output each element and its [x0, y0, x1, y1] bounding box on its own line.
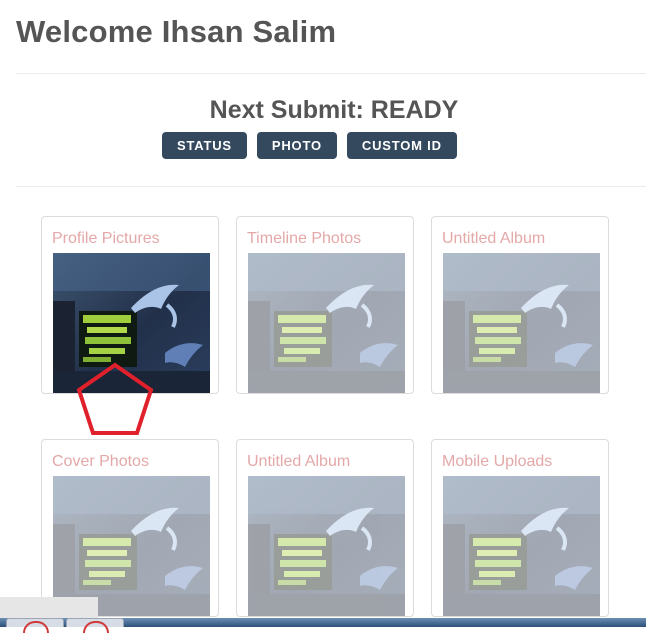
- taskbar: [0, 618, 646, 633]
- photo-button[interactable]: PHOTO: [256, 132, 337, 159]
- album-card-timeline-photos[interactable]: Timeline Photos: [236, 216, 414, 394]
- status-button[interactable]: STATUS: [162, 132, 247, 159]
- album-title: Profile Pictures: [52, 230, 160, 247]
- album-title: Untitled Album: [442, 230, 546, 247]
- album-card-untitled-album-2[interactable]: Untitled Album: [236, 439, 414, 617]
- album-card-mobile-uploads[interactable]: Mobile Uploads: [431, 439, 609, 617]
- album-card-untitled-album[interactable]: Untitled Album: [431, 216, 609, 394]
- browser-icon: [83, 621, 109, 633]
- album-thumbnail[interactable]: [248, 253, 405, 393]
- album-thumbnail[interactable]: [443, 253, 600, 393]
- album-thumbnail[interactable]: [248, 476, 405, 616]
- grey-strip: [0, 597, 98, 618]
- custom-id-button[interactable]: CUSTOM ID: [346, 132, 457, 159]
- album-title: Cover Photos: [52, 453, 149, 470]
- album-thumbnail[interactable]: [443, 476, 600, 616]
- album-thumbnail[interactable]: [53, 476, 210, 616]
- album-title: Mobile Uploads: [442, 453, 553, 470]
- taskbar-button-1[interactable]: [6, 618, 64, 633]
- pentagon-annotation-icon: [76, 362, 154, 435]
- next-submit-status: Next Submit: READY: [209, 96, 459, 124]
- album-title: Timeline Photos: [247, 230, 362, 247]
- album-card-cover-photos[interactable]: Cover Photos: [41, 439, 219, 617]
- divider-top: [16, 73, 646, 74]
- taskbar-button-2[interactable]: [66, 618, 124, 633]
- browser-icon: [23, 621, 49, 633]
- welcome-heading: Welcome Ihsan Salim: [16, 14, 337, 49]
- divider-bottom: [16, 186, 646, 187]
- action-button-row: STATUS PHOTO CUSTOM ID: [162, 132, 457, 159]
- album-title: Untitled Album: [247, 453, 351, 470]
